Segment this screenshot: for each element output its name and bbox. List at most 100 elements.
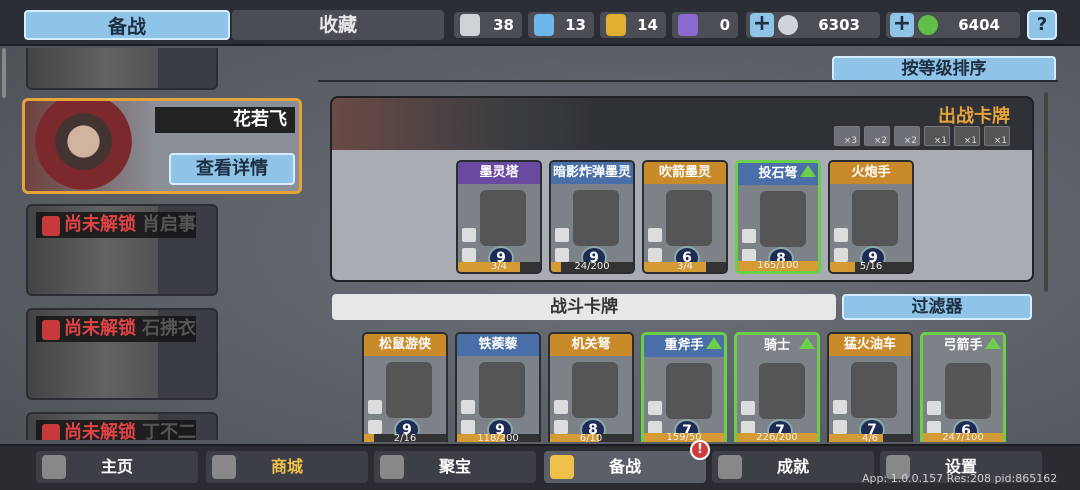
attack-type-icon bbox=[742, 229, 756, 243]
battle-cards-label: 战斗卡牌 bbox=[332, 294, 836, 320]
shop-icon bbox=[212, 455, 236, 479]
deck-slot-icons: ×3 ×2 ×2 ×1 ×1 ×1 bbox=[834, 126, 1010, 146]
unit-portrait bbox=[573, 190, 619, 246]
nav-shop[interactable]: 商城 bbox=[206, 451, 368, 483]
resource-blue-shield: 13 bbox=[528, 12, 594, 38]
resource-silver-shield: 38 bbox=[454, 12, 522, 38]
prep-icon bbox=[550, 455, 574, 479]
deck-cards-area: 墨灵塔 9 3/4 暗影炸弹墨灵 9 24/200 吹箭墨灵 6 3/4 投石弩 8 165/100 火… bbox=[332, 150, 1032, 280]
hero-list-scrollbar[interactable] bbox=[2, 48, 6, 98]
unit-portrait bbox=[852, 190, 898, 246]
hero-portrait bbox=[25, 101, 155, 191]
resource-value: 38 bbox=[493, 16, 514, 34]
unit-portrait bbox=[760, 191, 806, 247]
card-progress: 247/100 bbox=[923, 433, 1003, 442]
card-progress: 3/4 bbox=[458, 262, 540, 272]
hero-card-active[interactable]: 花若飞 查看详情 bbox=[22, 98, 302, 194]
view-details-button[interactable]: 查看详情 bbox=[169, 153, 295, 185]
purple-shield-icon bbox=[678, 14, 698, 36]
achievement-icon bbox=[718, 455, 742, 479]
battle-cards-area: 松鼠游侠 9 2/16 铁蒺藜 9 118/200 机关弩 8 6/10 重斧手 7 159/50 骑士… bbox=[360, 330, 1040, 442]
unit-card[interactable]: 松鼠游侠 9 2/16 bbox=[362, 332, 448, 442]
card-progress: 4/6 bbox=[829, 434, 911, 442]
card-progress: 2/16 bbox=[364, 434, 446, 442]
unit-card[interactable]: 骑士 7 226/200 bbox=[734, 332, 820, 442]
card-progress: 24/200 bbox=[551, 262, 633, 272]
unit-card[interactable]: 猛火油车 7 4/6 bbox=[827, 332, 913, 442]
tab-favorites[interactable]: 收藏 bbox=[232, 10, 444, 40]
hero-card-prev[interactable] bbox=[26, 48, 218, 90]
unit-card[interactable]: 弓箭手 6 247/100 bbox=[920, 332, 1006, 442]
upgrade-arrow-icon bbox=[800, 165, 816, 177]
attack-type-icon bbox=[462, 228, 476, 242]
nav-prep[interactable]: 备战 bbox=[544, 451, 706, 483]
unit-portrait bbox=[666, 190, 712, 246]
unit-card[interactable]: 吹箭墨灵 6 3/4 bbox=[642, 160, 728, 274]
target-type-icon bbox=[554, 420, 568, 434]
unit-portrait bbox=[666, 363, 712, 419]
sort-by-level-button[interactable]: 按等级排序 bbox=[832, 56, 1056, 82]
green-coin-icon bbox=[918, 15, 938, 35]
unit-card[interactable]: 投石弩 8 165/100 bbox=[735, 160, 821, 274]
card-title: 暗影炸弹墨灵 bbox=[551, 162, 633, 184]
nav-achievements[interactable]: 成就 bbox=[712, 451, 874, 483]
unit-card[interactable]: 铁蒺藜 9 118/200 bbox=[455, 332, 541, 442]
deck-panel: 出战卡牌 ×3 ×2 ×2 ×1 ×1 ×1 墨灵塔 9 3/4 暗影炸弹墨灵 9 24/… bbox=[330, 96, 1034, 282]
attack-type-icon bbox=[741, 401, 755, 415]
home-icon bbox=[42, 455, 66, 479]
hero-card-locked[interactable]: 尚未解锁 丁不二 bbox=[26, 412, 218, 440]
upgrade-arrow-icon bbox=[985, 337, 1001, 349]
unit-portrait bbox=[572, 362, 618, 418]
filter-button[interactable]: 过滤器 bbox=[842, 294, 1032, 320]
card-title: 火炮手 bbox=[830, 162, 912, 184]
add-silver-button[interactable]: + bbox=[750, 13, 774, 37]
tab-prep[interactable]: 备战 bbox=[24, 10, 230, 40]
silver-shield-icon bbox=[460, 14, 480, 36]
slot-icon: ×2 bbox=[894, 126, 920, 146]
nav-treasure[interactable]: 聚宝 bbox=[374, 451, 536, 483]
card-progress: 226/200 bbox=[737, 433, 817, 442]
resource-purple-shield: 0 bbox=[672, 12, 738, 38]
target-type-icon bbox=[461, 420, 475, 434]
card-progress: 159/50 bbox=[644, 433, 724, 442]
unit-card[interactable]: 重斧手 7 159/50 bbox=[641, 332, 727, 442]
attack-type-icon bbox=[834, 228, 848, 242]
cards-scrollbar[interactable] bbox=[1044, 92, 1048, 292]
unit-card[interactable]: 机关弩 8 6/10 bbox=[548, 332, 634, 442]
add-green-button[interactable]: + bbox=[890, 13, 914, 37]
attack-type-icon bbox=[648, 228, 662, 242]
card-title: 吹箭墨灵 bbox=[644, 162, 726, 184]
attack-type-icon bbox=[555, 228, 569, 242]
unit-card[interactable]: 墨灵塔 9 3/4 bbox=[456, 160, 542, 274]
resource-gold-shield: 14 bbox=[600, 12, 666, 38]
gold-shield-icon bbox=[606, 14, 626, 36]
hero-list[interactable]: 花若飞 查看详情 尚未解锁 肖启事 尚未解锁 石拂衣 尚未解锁 丁不二 bbox=[0, 48, 310, 440]
hero-card-locked[interactable]: 尚未解锁 石拂衣 bbox=[26, 308, 218, 400]
unit-card[interactable]: 火炮手 9 5/16 bbox=[828, 160, 914, 274]
unit-portrait bbox=[759, 363, 805, 419]
nav-home[interactable]: 主页 bbox=[36, 451, 198, 483]
top-bar: 备战 收藏 38 13 14 0 + 6303 + 6404 ? bbox=[0, 0, 1080, 46]
resource-value: 13 bbox=[565, 16, 586, 34]
unit-card[interactable]: 暗影炸弹墨灵 9 24/200 bbox=[549, 160, 635, 274]
slot-icon: ×3 bbox=[834, 126, 860, 146]
currency-value: 6303 bbox=[818, 16, 860, 34]
currency-value: 6404 bbox=[958, 16, 1000, 34]
unit-portrait bbox=[945, 363, 991, 419]
currency-green: + 6404 bbox=[886, 12, 1020, 38]
target-type-icon bbox=[555, 248, 569, 262]
card-progress: 118/200 bbox=[457, 434, 539, 442]
lock-icon bbox=[42, 320, 60, 340]
locked-label: 尚未解锁 丁不二 bbox=[36, 420, 196, 440]
blue-shield-icon bbox=[534, 14, 554, 36]
help-button[interactable]: ? bbox=[1027, 10, 1057, 40]
target-type-icon bbox=[833, 420, 847, 434]
card-title: 机关弩 bbox=[550, 334, 632, 356]
hero-card-locked[interactable]: 尚未解锁 肖启事 bbox=[26, 204, 218, 296]
target-type-icon bbox=[462, 248, 476, 262]
lock-icon bbox=[42, 216, 60, 236]
target-type-icon bbox=[648, 248, 662, 262]
notification-badge: ! bbox=[690, 440, 710, 460]
hero-name: 肖启事 bbox=[142, 214, 196, 235]
unit-portrait bbox=[851, 362, 897, 418]
